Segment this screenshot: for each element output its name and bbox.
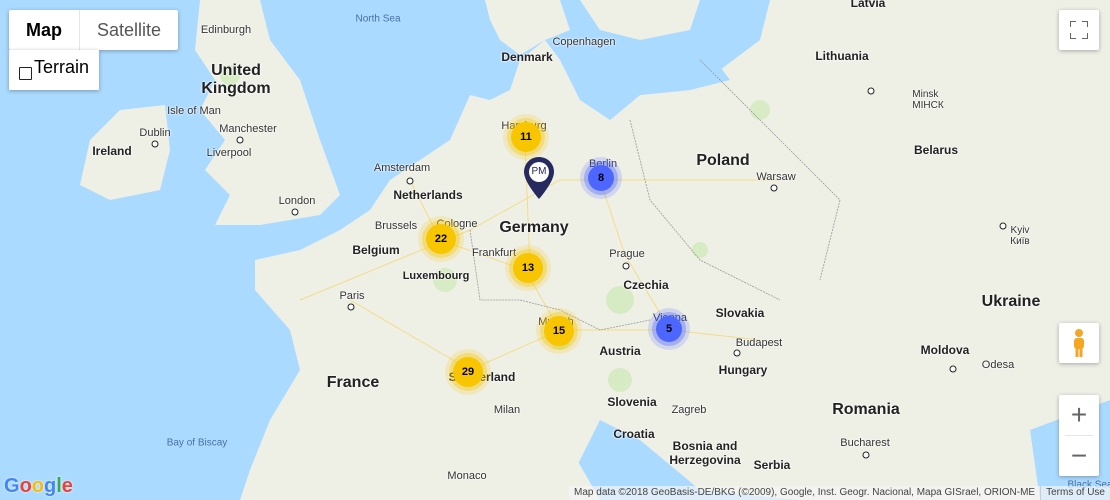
cluster-count: 8 bbox=[597, 172, 605, 184]
label-liverpool: Liverpool bbox=[206, 147, 252, 159]
label-united-kingdom: United Kingdom bbox=[201, 62, 271, 97]
label-belarus: Belarus bbox=[913, 143, 959, 157]
label-manchester: Manchester bbox=[219, 123, 277, 135]
marker-cluster[interactable]: 29 bbox=[453, 357, 483, 387]
label-slovenia: Slovenia bbox=[607, 395, 657, 409]
map-type-control: Map Satellite bbox=[9, 10, 179, 50]
label-north-sea: North Sea bbox=[355, 13, 401, 25]
map-type-map-button[interactable]: Map bbox=[9, 10, 79, 50]
label-brussels: Brussels bbox=[374, 220, 418, 232]
label-isle-of-man: Isle of Man bbox=[167, 105, 221, 117]
marker-cluster[interactable]: 8 bbox=[588, 165, 614, 191]
label-ukraine: Ukraine bbox=[981, 293, 1041, 310]
pegman-icon bbox=[1074, 329, 1084, 357]
attribution-bar: Map data ©2018 GeoBasis-DE/BKG (©2009), … bbox=[569, 486, 1110, 500]
label-minsk-latin: Minsk bbox=[912, 89, 939, 100]
label-bucharest: Bucharest bbox=[840, 437, 890, 449]
label-edinburgh: Edinburgh bbox=[200, 24, 252, 36]
label-kyiv-cyrillic: Київ bbox=[1010, 236, 1030, 247]
city-dot bbox=[862, 451, 870, 459]
label-copenhagen: Copenhagen bbox=[552, 36, 616, 48]
map-marker-pin[interactable]: PM bbox=[523, 156, 555, 200]
label-romania: Romania bbox=[832, 401, 900, 418]
label-poland: Poland bbox=[696, 152, 750, 169]
terrain-option[interactable]: Terrain bbox=[9, 50, 99, 90]
pin-icon bbox=[524, 157, 554, 199]
marker-cluster[interactable]: 15 bbox=[544, 316, 574, 346]
label-latvia: Latvia bbox=[850, 0, 886, 10]
cluster-count: 5 bbox=[665, 323, 673, 335]
label-austria: Austria bbox=[599, 344, 641, 358]
fullscreen-button[interactable] bbox=[1059, 10, 1099, 50]
cluster-count: 11 bbox=[520, 131, 532, 143]
marker-cluster[interactable]: 5 bbox=[656, 316, 682, 342]
city-dot bbox=[347, 303, 355, 311]
marker-cluster[interactable]: 11 bbox=[511, 122, 541, 152]
city-dot bbox=[867, 87, 875, 95]
street-view-pegman-button[interactable] bbox=[1059, 323, 1099, 363]
label-ireland: Ireland bbox=[92, 144, 132, 158]
cluster-count: 13 bbox=[521, 262, 535, 274]
city-dot bbox=[236, 136, 244, 144]
city-dot bbox=[151, 140, 159, 148]
label-prague: Prague bbox=[609, 248, 645, 260]
label-monaco: Monaco bbox=[447, 470, 487, 482]
label-hungary: Hungary bbox=[718, 363, 768, 377]
label-germany: Germany bbox=[499, 219, 569, 236]
label-kyiv: Kyiv Київ bbox=[1010, 225, 1030, 247]
label-zagreb: Zagreb bbox=[671, 404, 707, 416]
city-dot bbox=[949, 365, 957, 373]
label-warsaw: Warsaw bbox=[756, 171, 796, 183]
google-logo[interactable]: Google bbox=[4, 475, 73, 498]
terms-of-use-link[interactable]: Terms of Use bbox=[1040, 486, 1110, 500]
zoom-in-button[interactable]: + bbox=[1059, 395, 1099, 435]
zoom-out-button[interactable]: − bbox=[1059, 436, 1099, 476]
city-dot bbox=[291, 208, 299, 216]
label-minsk: Minsk МІНСК bbox=[912, 89, 943, 111]
cluster-count: 22 bbox=[434, 233, 448, 245]
map[interactable]: North Sea Latvia Edinburgh Denmark Copen… bbox=[0, 0, 1110, 500]
label-belgium: Belgium bbox=[352, 243, 400, 257]
marker-label: PM bbox=[531, 166, 547, 177]
marker-cluster[interactable]: 22 bbox=[426, 224, 456, 254]
terrain-label: Terrain bbox=[34, 57, 90, 77]
label-kyiv-latin: Kyiv bbox=[1010, 225, 1030, 236]
map-land bbox=[80, 0, 1110, 500]
terrain-checkbox[interactable] bbox=[19, 67, 32, 80]
city-dot bbox=[770, 184, 778, 192]
label-serbia: Serbia bbox=[753, 458, 791, 472]
label-moldova: Moldova bbox=[920, 343, 970, 357]
label-amsterdam: Amsterdam bbox=[373, 162, 431, 174]
label-bosnia: Bosnia and Herzegovina bbox=[669, 439, 741, 467]
marker-cluster[interactable]: 13 bbox=[513, 253, 543, 283]
city-dot bbox=[406, 177, 414, 185]
label-slovakia: Slovakia bbox=[715, 306, 765, 320]
label-budapest: Budapest bbox=[735, 337, 783, 349]
label-odesa: Odesa bbox=[981, 359, 1015, 371]
zoom-control: + − bbox=[1059, 395, 1099, 476]
city-dot bbox=[999, 222, 1007, 230]
label-london: London bbox=[278, 195, 316, 207]
label-luxembourg: Luxembourg bbox=[402, 270, 470, 282]
city-dot bbox=[733, 349, 741, 357]
label-czechia: Czechia bbox=[623, 278, 669, 292]
label-denmark: Denmark bbox=[501, 50, 553, 64]
cluster-count: 15 bbox=[552, 325, 566, 337]
label-netherlands: Netherlands bbox=[393, 188, 463, 202]
label-paris: Paris bbox=[339, 290, 365, 302]
map-data-attribution: Map data ©2018 GeoBasis-DE/BKG (©2009), … bbox=[569, 486, 1041, 500]
city-dot bbox=[622, 262, 630, 270]
label-bay-of-biscay: Bay of Biscay bbox=[166, 437, 228, 449]
label-lithuania: Lithuania bbox=[815, 49, 869, 63]
label-croatia: Croatia bbox=[613, 427, 655, 441]
label-dublin: Dublin bbox=[139, 127, 171, 139]
map-type-satellite-button[interactable]: Satellite bbox=[79, 10, 178, 50]
label-france: France bbox=[326, 374, 380, 391]
label-milan: Milan bbox=[493, 404, 521, 416]
label-minsk-cyrillic: МІНСК bbox=[912, 100, 944, 111]
cluster-count: 29 bbox=[461, 366, 475, 378]
fullscreen-icon bbox=[1070, 21, 1088, 39]
label-frankfurt: Frankfurt bbox=[471, 247, 517, 259]
